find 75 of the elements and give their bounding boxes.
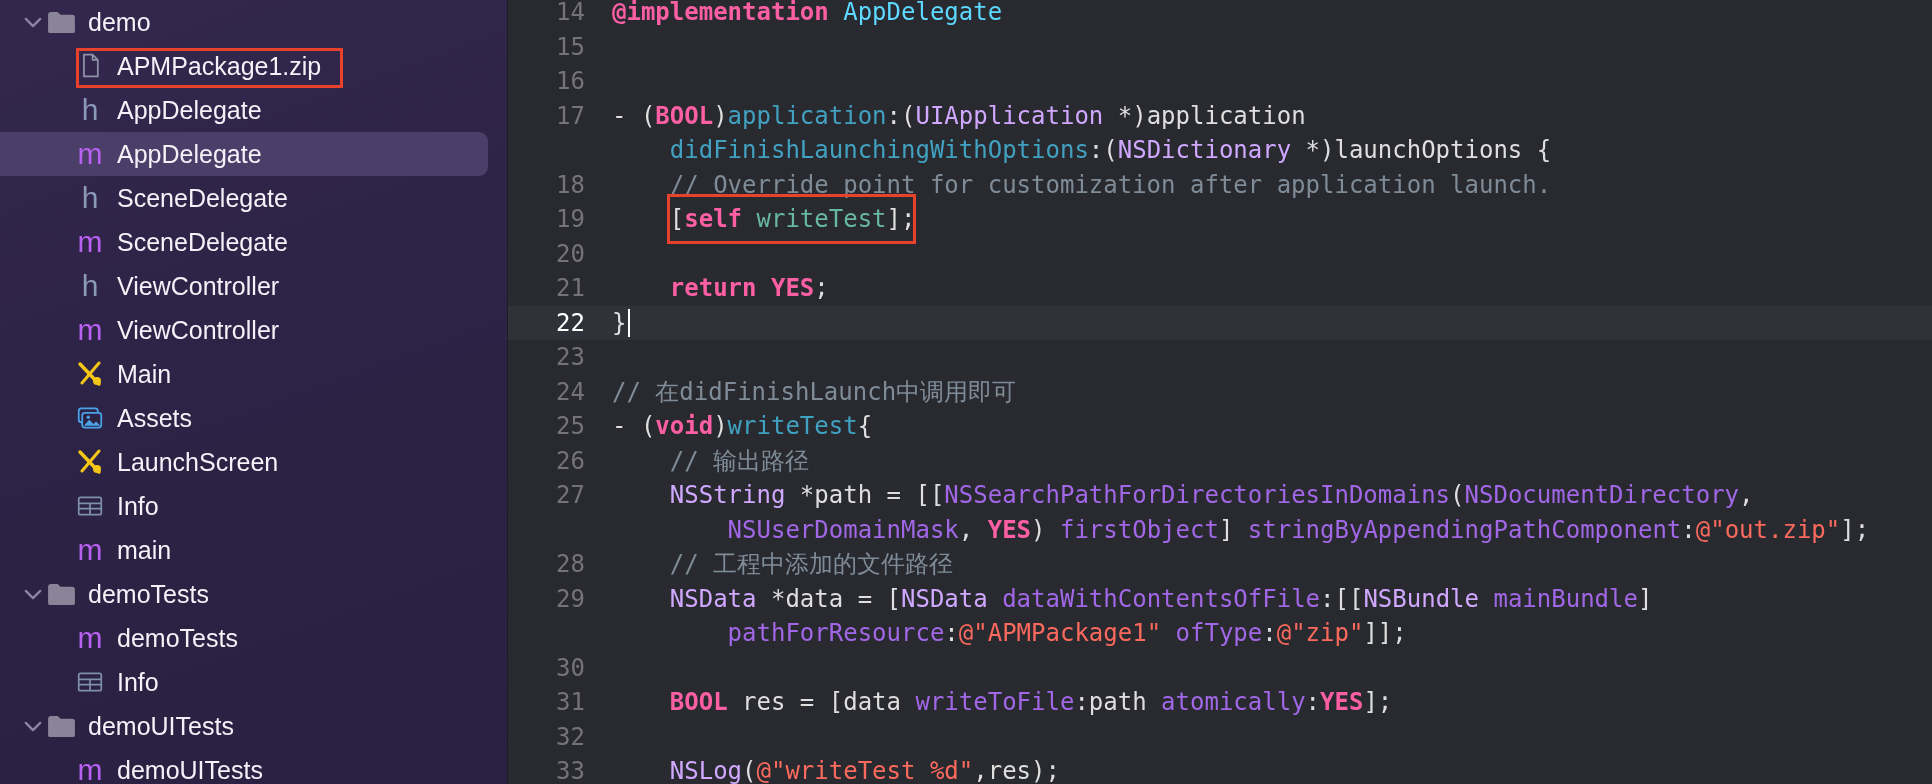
tree-item[interactable]: h AppDelegate <box>0 88 488 132</box>
tree-item[interactable]: LaunchScreen <box>0 440 488 484</box>
line-number: 14 <box>556 0 585 27</box>
source-file-icon: m <box>77 755 103 784</box>
code-text: // 在didFinishLaunch中调用即可 <box>612 376 1017 408</box>
line-number: 18 <box>556 170 585 199</box>
line-number: 16 <box>556 67 585 96</box>
source-file-icon: m <box>77 139 103 169</box>
tree-item[interactable]: demoUITests <box>0 704 488 748</box>
code-text: didFinishLaunchingWithOptions:(NSDictionary *)launchOptions { <box>669 136 1552 165</box>
tree-item[interactable]: h SceneDelegate <box>0 176 488 220</box>
header-file-icon: h <box>77 271 103 301</box>
code-text: // 输出路径 <box>669 445 810 477</box>
source-file-icon: m <box>77 227 103 257</box>
code-text: ; <box>901 205 916 234</box>
line-number: 27 <box>556 481 585 510</box>
tree-item[interactable]: Info <box>0 484 488 528</box>
line-number: 23 <box>556 343 585 372</box>
tree-item[interactable]: m ViewController <box>0 308 488 352</box>
code-text: pathForResource:@"APMPackage1" ofType:@"zip"]]; <box>727 619 1407 648</box>
line-number: 24 <box>556 377 585 406</box>
line-number: 15 <box>556 32 585 61</box>
code-text: - (BOOL)application:(UIApplication *)application <box>612 101 1306 130</box>
tree-item[interactable]: APMPackage1.zip <box>0 44 488 88</box>
chevron-icon[interactable] <box>24 720 42 732</box>
line-number: 17 <box>556 101 585 130</box>
pencil-brush-icon <box>77 361 103 387</box>
source-file-icon: m <box>77 535 103 565</box>
source-file-icon: m <box>77 315 103 345</box>
chevron-icon[interactable] <box>24 588 42 600</box>
image-stack-icon <box>77 405 103 431</box>
code-text: - (void)writeTest{ <box>612 412 873 441</box>
tree-item[interactable]: m demoTests <box>0 616 488 660</box>
tree-item[interactable]: m SceneDelegate <box>0 220 488 264</box>
tree-item[interactable]: m main <box>0 528 488 572</box>
tree-item[interactable]: h ViewController <box>0 264 488 308</box>
line-number: 25 <box>556 412 585 441</box>
line-number: 22 <box>556 308 585 337</box>
line-number: 30 <box>556 653 585 682</box>
line-number: 21 <box>556 274 585 303</box>
header-file-icon: h <box>77 183 103 213</box>
chevron-icon[interactable] <box>24 16 42 28</box>
source-file-icon: m <box>77 623 103 653</box>
code-text: // 工程中添加的文件路径 <box>669 549 954 581</box>
line-number: 29 <box>556 584 585 613</box>
folder-icon <box>47 714 76 738</box>
code-text: BOOL res = [data writeToFile:path atomically:YES]; <box>669 688 1393 717</box>
tree-item[interactable]: demo <box>0 0 488 44</box>
line-number: 31 <box>556 688 585 717</box>
line-number: 33 <box>556 757 585 784</box>
code-text: NSUserDomainMask, YES) firstObject] stringByAppendingPathComponent:@"out.zip"]; <box>727 515 1870 544</box>
code-text: NSLog(@"writeTest %d",res); <box>669 757 1060 784</box>
tree-item[interactable]: Main <box>0 352 488 396</box>
folder-icon <box>47 10 76 34</box>
table-icon <box>77 669 103 695</box>
tree-item[interactable]: Assets <box>0 396 488 440</box>
tree-item[interactable]: m AppDelegate <box>0 132 488 176</box>
line-number: 20 <box>556 239 585 268</box>
table-icon <box>77 493 103 519</box>
line-number: 26 <box>556 446 585 475</box>
text-cursor <box>628 308 631 337</box>
line-number: 19 <box>556 205 585 234</box>
tree-item[interactable]: demoTests <box>0 572 488 616</box>
code-text: } <box>612 308 627 337</box>
line-number: 28 <box>556 550 585 579</box>
header-file-icon: h <box>77 95 103 125</box>
tree-item[interactable]: m demoUITests <box>0 748 488 784</box>
code-text: return YES; <box>669 274 829 303</box>
tree-item[interactable]: Info <box>0 660 488 704</box>
code-text: NSString *path = [[NSSearchPathForDirectoriesInDomains(NSDocumentDirectory, <box>669 481 1754 510</box>
code-text: @implementation AppDelegate <box>612 0 1003 27</box>
pencil-brush-icon <box>77 449 103 475</box>
code-text: NSData *data = [NSData dataWithContentsOfFile:[[NSBundle mainBundle] <box>669 584 1653 613</box>
line-number: 32 <box>556 722 585 751</box>
folder-icon <box>47 582 76 606</box>
